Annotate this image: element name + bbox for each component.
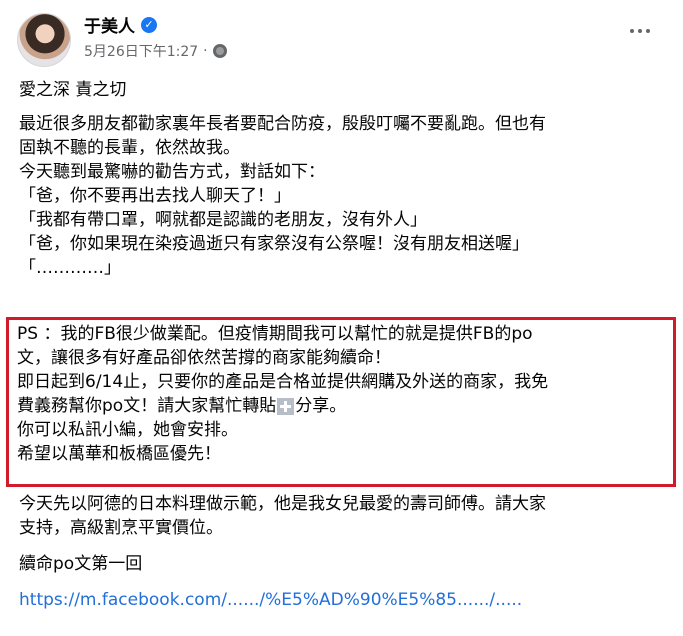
body-line: 「…………」 (19, 258, 121, 278)
verified-check-icon: ✓ (141, 16, 157, 33)
post-body-continued: 今天先以阿德的日本料理做示範，他是我女兒最愛的壽司師傅。請大家 支持，高級割烹平… (19, 492, 669, 612)
highlight-line-part: 費義務幫你po文！請大家幫忙轉貼 (17, 396, 277, 416)
highlight-line: PS ：我的FB很少做業配。但疫情期間我可以幫忙的就是提供FB的po (17, 324, 533, 344)
author-avatar[interactable] (17, 13, 71, 67)
post-timestamp[interactable]: 5月26日下午1:27 (84, 41, 198, 61)
body-line: 固執不聽的長輩，依然故我。 (19, 138, 240, 158)
heavy-plus-icon (277, 397, 295, 415)
body-line: 支持，高級割烹平實價位。 (19, 518, 223, 538)
body-line: 今天聽到最驚嚇的勸告方式，對話如下： (19, 162, 325, 182)
highlight-text: PS ：我的FB很少做業配。但疫情期間我可以幫忙的就是提供FB的po 文，讓很多… (17, 322, 667, 466)
highlight-line: 文，讓很多有好產品卻依然苦撐的商家能夠續命！ (17, 348, 391, 368)
post-meta: 5月26日下午1:27 · (84, 41, 227, 61)
author-row: 于美人 ✓ (84, 12, 157, 37)
highlight-line-with-icon: 費義務幫你po文！請大家幫忙轉貼 分享。 (17, 394, 667, 418)
body-line: 今天先以阿德的日本料理做示範，他是我女兒最愛的壽司師傅。請大家 (19, 494, 546, 514)
meta-separator: · (203, 43, 208, 59)
facebook-post: 于美人 ✓ 5月26日下午1:27 · 愛之深 責之切 最近很多朋友都勸家裏年長… (0, 0, 683, 636)
body-line: 最近很多朋友都勸家裏年長者要配合防疫，殷殷叮囑不要亂跑。但也有 (19, 114, 546, 134)
author-name[interactable]: 于美人 (84, 12, 135, 37)
post-heading: 愛之深 責之切 (19, 80, 127, 100)
post-body: 愛之深 責之切 最近很多朋友都勸家裏年長者要配合防疫，殷殷叮囑不要亂跑。但也有 … (19, 78, 669, 280)
paragraph-1: 最近很多朋友都勸家裏年長者要配合防疫，殷殷叮囑不要亂跑。但也有 固執不聽的長輩，… (19, 112, 669, 280)
post-link[interactable]: https://m.facebook.com/....../%E5%AD%90%… (19, 590, 522, 610)
series-title: 續命po文第一回 (19, 554, 143, 574)
highlight-line: 即日起到6/14止，只要你的產品是合格並提供網購及外送的商家，我免 (17, 372, 549, 392)
globe-icon[interactable] (212, 44, 227, 58)
post-link-row: https://m.facebook.com/....../%E5%AD%90%… (19, 588, 669, 612)
more-options-icon[interactable] (625, 23, 655, 39)
highlight-line-part: 分享。 (295, 396, 347, 416)
highlight-line: 你可以私訊小編，她會安排。 (17, 420, 238, 440)
body-line: 「爸，你不要再出去找人聊天了！」 (19, 186, 291, 206)
highlight-line: 希望以萬華和板橋區優先！ (17, 444, 221, 464)
body-line: 「爸，你如果現在染疫過逝只有家祭沒有公祭喔！沒有朋友相送喔」 (19, 234, 529, 254)
body-line: 「我都有帶口罩，啊就都是認識的老朋友，沒有外人」 (19, 210, 427, 230)
